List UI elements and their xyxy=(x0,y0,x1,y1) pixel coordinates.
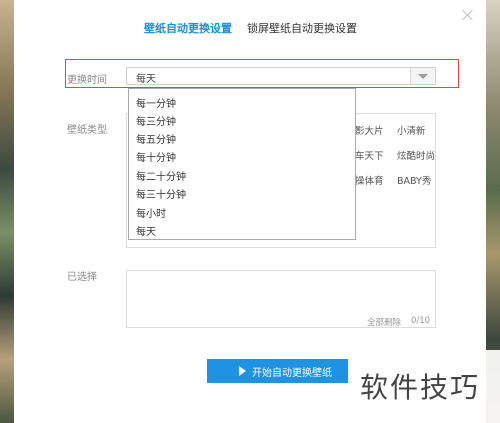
start-auto-change-button[interactable]: 开始自动更换壁纸 xyxy=(207,359,351,383)
start-button-label: 开始自动更换壁纸 xyxy=(252,368,332,379)
dropdown-option[interactable]: 每二十分钟 xyxy=(136,168,186,183)
chevron-down-icon xyxy=(418,74,428,79)
watermark-text: 软件技巧 xyxy=(360,371,481,404)
dropdown-toggle[interactable] xyxy=(410,68,435,84)
tab-wallpaper-auto-change[interactable]: 壁纸自动更换设置 xyxy=(144,20,232,36)
clear-all-button[interactable]: 全部删除 xyxy=(367,316,401,328)
dropdown-option[interactable]: 每一分钟 xyxy=(136,95,176,110)
selected-box: 全部删除 0/10 xyxy=(126,270,436,328)
settings-tabs: 壁纸自动更换设置 锁屏壁纸自动更换设置 xyxy=(14,20,486,40)
category-item[interactable]: 影大片 xyxy=(355,123,384,137)
dropdown-option[interactable]: 每天 xyxy=(136,223,156,238)
change-time-value: 每天 xyxy=(136,74,156,85)
change-time-label: 更换时间 xyxy=(67,75,107,86)
change-time-select[interactable]: 每天 xyxy=(126,67,436,85)
close-icon[interactable] xyxy=(462,9,474,21)
play-icon xyxy=(239,366,246,376)
category-item[interactable]: BABY秀 xyxy=(397,173,431,187)
category-item[interactable]: 操体育 xyxy=(355,173,384,187)
tab-lockscreen-auto-change[interactable]: 锁屏壁纸自动更换设置 xyxy=(247,20,357,36)
dropdown-option[interactable]: 每十分钟 xyxy=(136,149,176,164)
selected-count: 0/10 xyxy=(411,316,431,326)
dropdown-option[interactable]: 每小时 xyxy=(136,205,166,220)
category-item[interactable]: 车天下 xyxy=(355,148,384,162)
dropdown-option[interactable]: 每三分钟 xyxy=(136,113,176,128)
category-item[interactable]: 小清新 xyxy=(397,123,426,137)
background-left-strip xyxy=(0,0,14,423)
category-item[interactable]: 炫酷时尚 xyxy=(397,148,435,162)
dropdown-option[interactable]: 每五分钟 xyxy=(136,131,176,146)
selected-label: 已选择 xyxy=(67,272,97,283)
watermark: 软件技巧 xyxy=(348,350,500,423)
wallpaper-type-label: 壁纸类型 xyxy=(67,125,107,136)
change-time-dropdown: 每一分钟 每三分钟 每五分钟 每十分钟 每二十分钟 每三十分钟 每小时 每天 xyxy=(128,88,356,240)
dropdown-option[interactable]: 每三十分钟 xyxy=(136,186,186,201)
